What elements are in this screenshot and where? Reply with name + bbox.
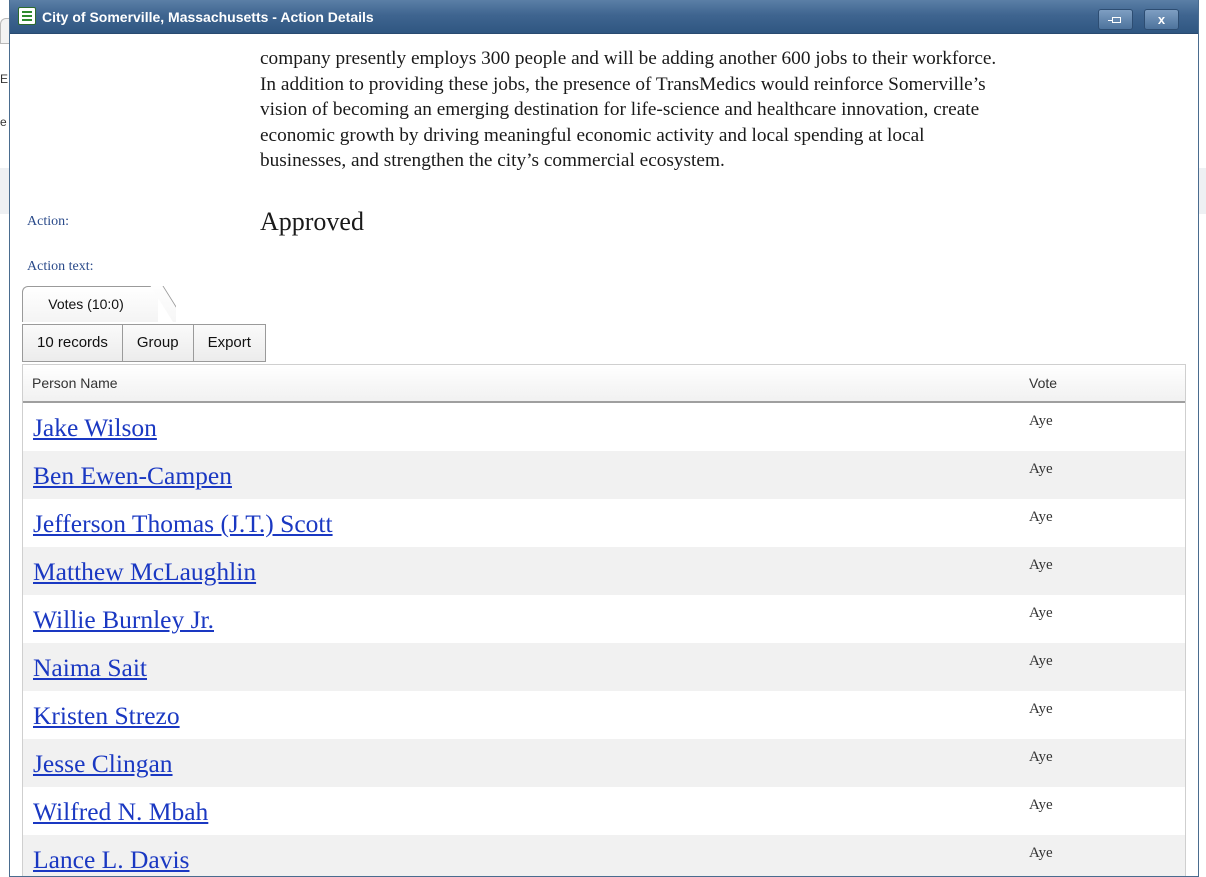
person-name-link[interactable]: Kristen Strezo [33,701,180,731]
background-text-fragment: e [0,115,7,129]
dialog-titlebar[interactable]: City of Somerville, Massachusetts - Acti… [10,0,1198,34]
column-header-person-name[interactable]: Person Name [32,375,118,391]
tab-votes[interactable]: Votes (10:0) [22,286,178,322]
pin-button[interactable] [1098,9,1133,30]
document-list-icon [18,7,36,25]
person-name-link[interactable]: Jesse Clingan [33,749,173,779]
description-line: businesses, and strengthen the city’s co… [260,150,725,172]
dialog-title: City of Somerville, Massachusetts - Acti… [42,9,374,25]
description-line: In addition to providing these jobs, the… [260,73,986,95]
group-button[interactable]: Group [122,325,194,361]
background-text-fragment: E [0,72,9,86]
dialog-content: company presently employs 300 people and… [10,34,1198,876]
person-name-link[interactable]: Naima Sait [33,653,147,683]
action-description: company presently employs 300 people and… [260,46,1180,174]
person-name-link[interactable]: Jake Wilson [33,413,157,443]
table-row: Ben Ewen-Campen Aye [23,451,1185,499]
vote-value: Aye [1029,557,1053,573]
vote-value: Aye [1029,461,1053,477]
action-text-label: Action text: [27,259,94,274]
table-row: Willie Burnley Jr. Aye [23,595,1185,643]
vote-value: Aye [1029,845,1053,861]
grid-toolbar: 10 records Group Export [22,324,266,362]
records-count-button[interactable]: 10 records [23,325,123,361]
table-row: Naima Sait Aye [23,643,1185,691]
close-button[interactable]: x [1144,9,1179,30]
votes-grid: Person Name Vote Jake Wilson Aye Ben Ewe… [22,364,1186,876]
vote-value: Aye [1029,413,1053,429]
person-name-link[interactable]: Jefferson Thomas (J.T.) Scott [33,509,333,539]
description-line: company presently employs 300 people and… [260,48,997,69]
vote-value: Aye [1029,509,1053,525]
person-name-link[interactable]: Willie Burnley Jr. [33,605,214,635]
table-row: Lance L. Davis Aye [23,835,1185,876]
person-name-link[interactable]: Ben Ewen-Campen [33,461,232,491]
grid-header: Person Name Vote [23,364,1185,403]
vote-value: Aye [1029,797,1053,813]
vote-value: Aye [1029,653,1053,669]
table-row: Matthew McLaughlin Aye [23,547,1185,595]
column-header-vote[interactable]: Vote [1029,375,1057,391]
vote-value: Aye [1029,605,1053,621]
table-row: Kristen Strezo Aye [23,691,1185,739]
vote-value: Aye [1029,749,1053,765]
table-row: Jefferson Thomas (J.T.) Scott Aye [23,499,1185,547]
table-row: Wilfred N. Mbah Aye [23,787,1185,835]
table-row: Jesse Clingan Aye [23,739,1185,787]
pin-icon [1107,17,1124,25]
vote-value: Aye [1029,701,1053,717]
description-line: economic growth by driving meaningful ec… [260,124,925,146]
action-label: Action: [27,214,69,229]
close-icon: x [1157,12,1166,27]
person-name-link[interactable]: Matthew McLaughlin [33,557,256,587]
action-value: Approved [260,207,364,236]
person-name-link[interactable]: Lance L. Davis [33,845,189,875]
table-row: Jake Wilson Aye [23,403,1185,451]
description-line: vision of becoming an emerging destinati… [260,99,980,121]
tab-votes-label: Votes (10:0) [48,296,124,312]
export-button[interactable]: Export [193,325,265,361]
person-name-link[interactable]: Wilfred N. Mbah [33,797,208,827]
action-details-dialog: City of Somerville, Massachusetts - Acti… [9,0,1199,877]
